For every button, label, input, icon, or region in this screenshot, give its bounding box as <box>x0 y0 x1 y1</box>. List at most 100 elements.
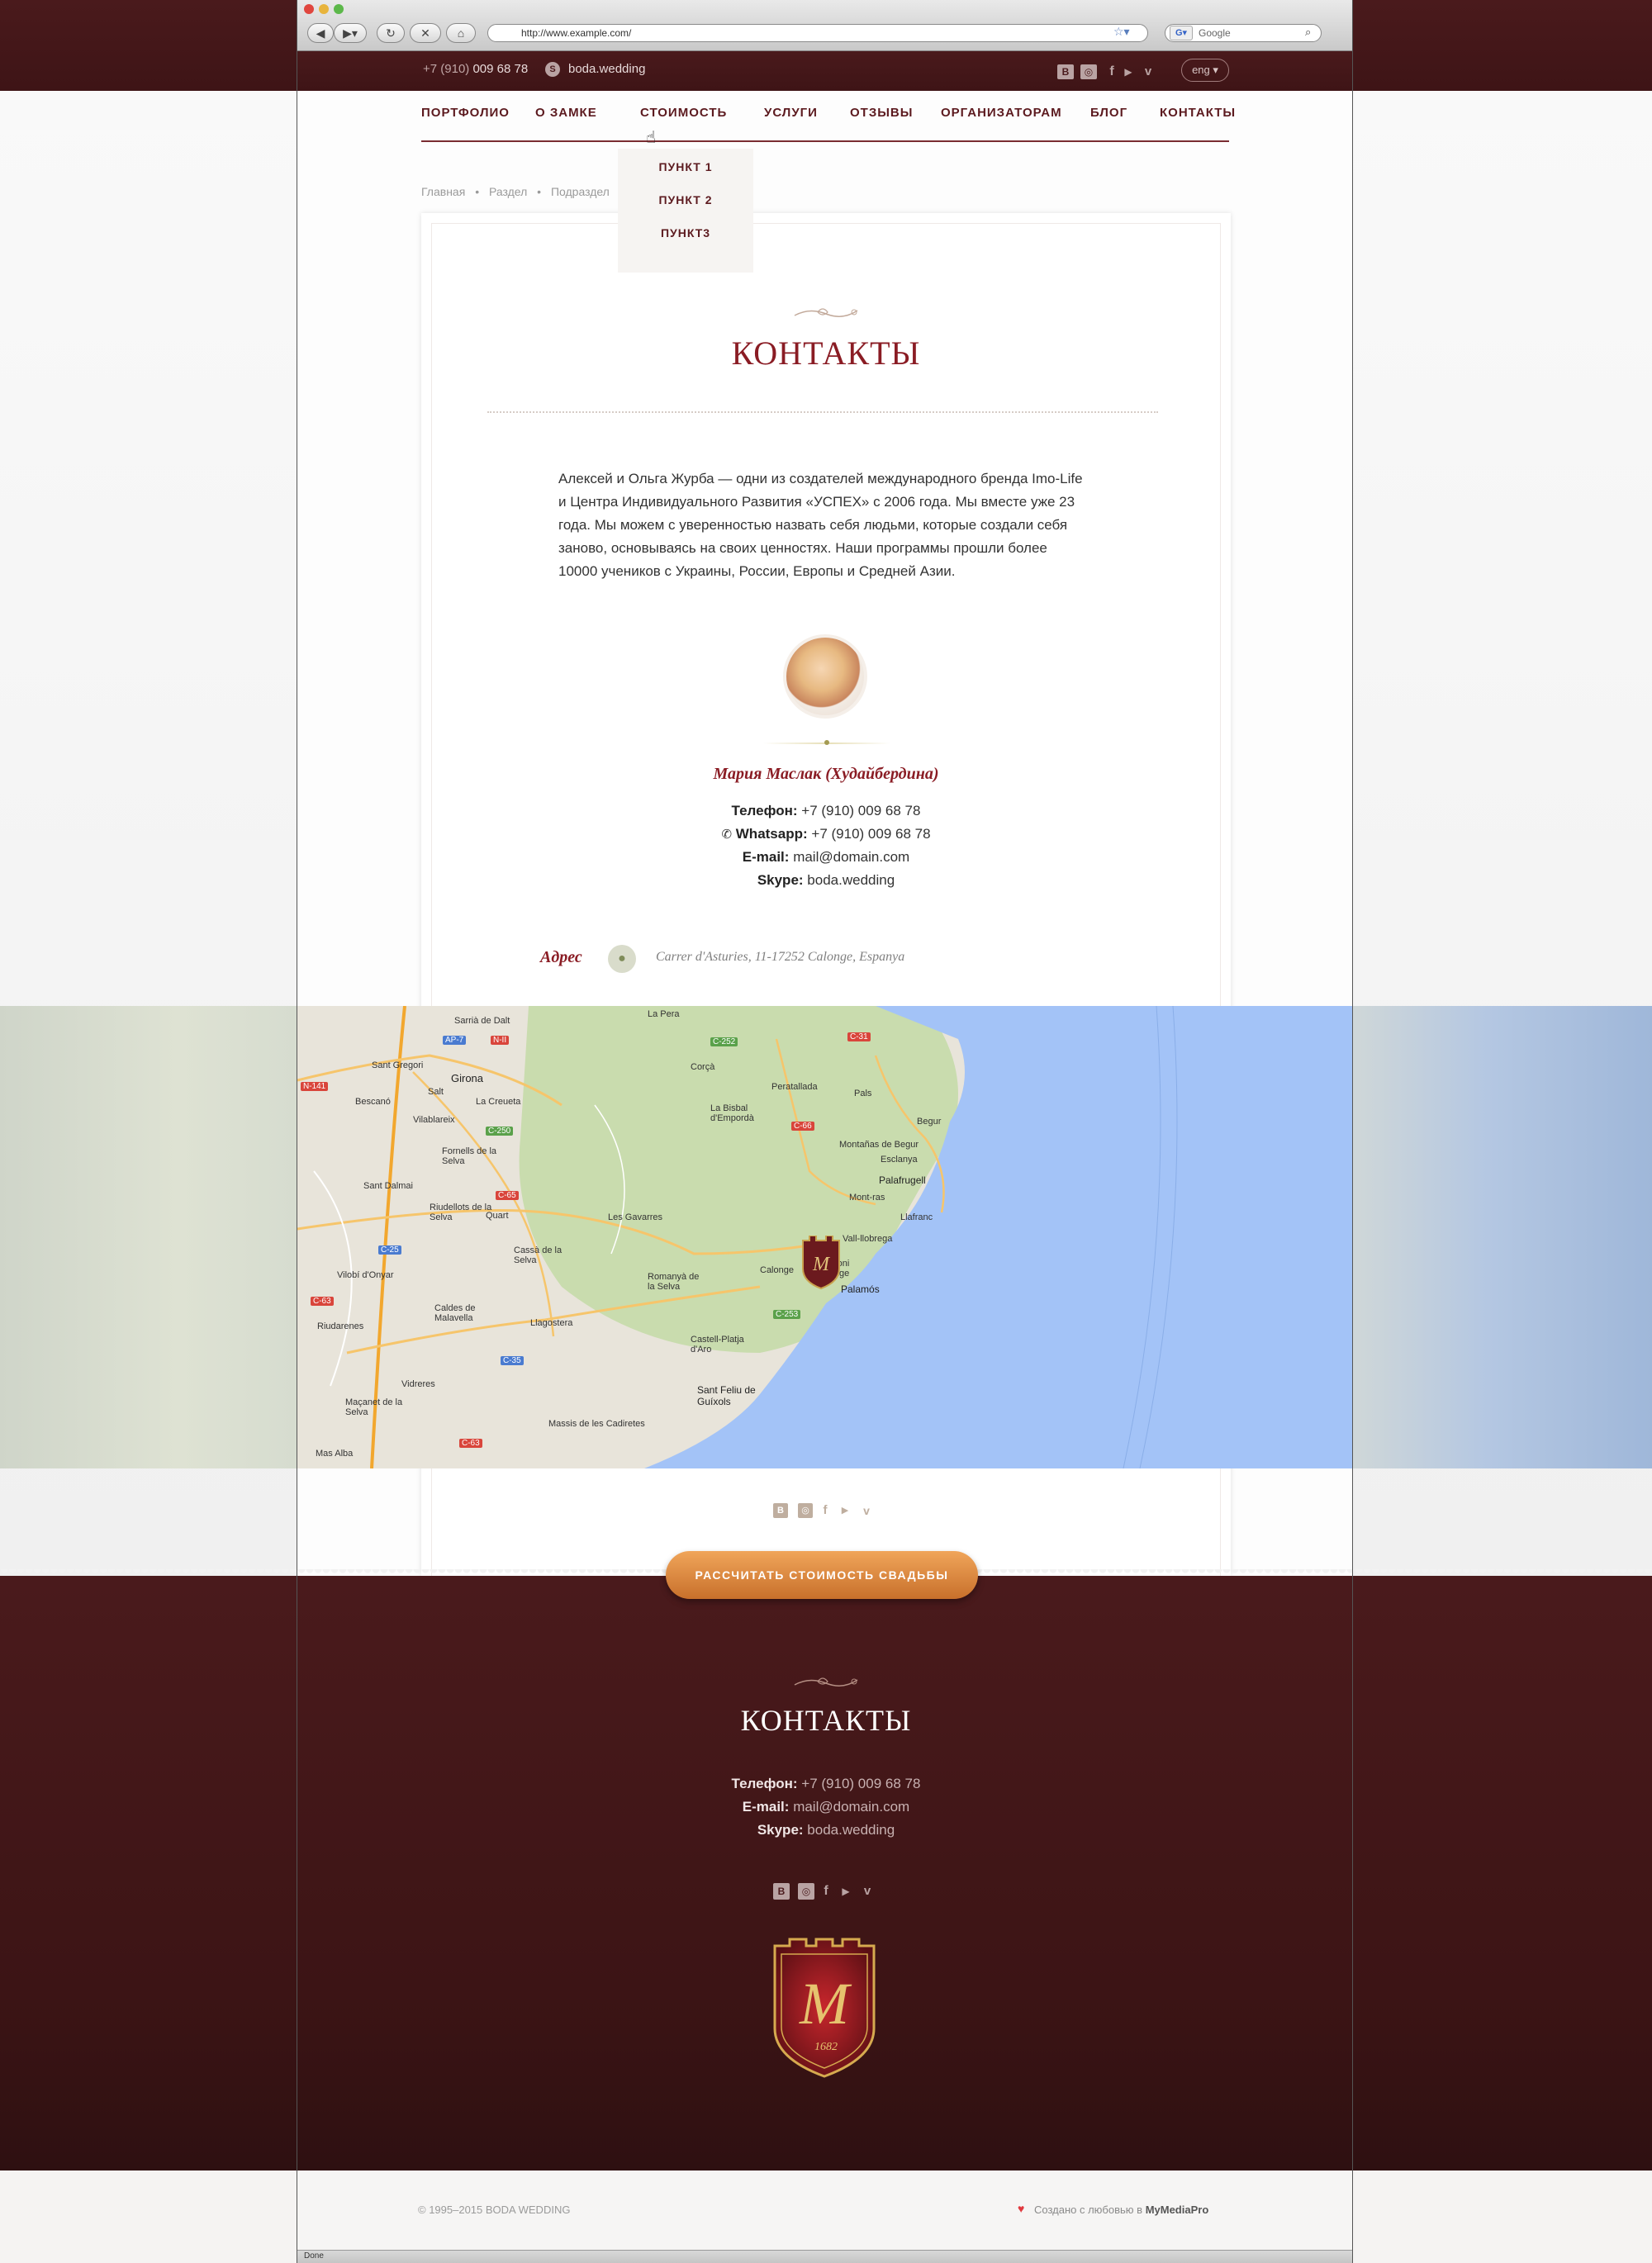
crest-letter: M <box>799 1971 852 2037</box>
map-label-sarria: Sarrià de Dalt <box>454 1016 510 1026</box>
map-label-romanya: Romanyà de la Selva <box>648 1272 700 1292</box>
road-c31: C-31 <box>847 1032 871 1041</box>
vimeo-icon[interactable]: v <box>859 1503 874 1518</box>
map-label-cadiretes: Massis de les Cadiretes <box>548 1419 645 1429</box>
url-text: http://www.example.com/ <box>521 27 632 39</box>
topbar-phone: +7 (910) 009 68 78 <box>423 62 528 76</box>
contact-email-line: E-mail: mail@domain.com <box>421 849 1231 866</box>
footer-skype[interactable]: boda.wedding <box>807 1822 895 1838</box>
whatsapp-label: Whatsapp: <box>735 826 808 842</box>
map-label-la-creueta: La Creueta <box>476 1097 521 1107</box>
road-c65: C-65 <box>496 1191 519 1200</box>
map-label-cassa: Cassà de la Selva <box>514 1245 563 1265</box>
dropdown-item-2[interactable]: ПУНКТ 2 <box>618 193 753 206</box>
instagram-icon[interactable]: ◎ <box>798 1883 814 1900</box>
map-blur-left <box>0 1006 297 1468</box>
youtube-icon[interactable]: ▶ <box>1120 64 1137 79</box>
avatar <box>783 634 867 719</box>
crest-year: 1682 <box>814 2041 838 2053</box>
dropdown-item-1[interactable]: ПУНКТ 1 <box>618 160 753 173</box>
email-value[interactable]: mail@domain.com <box>793 849 909 865</box>
footer-phone[interactable]: +7 (910) 009 68 78 <box>801 1776 920 1791</box>
phone-value[interactable]: +7 (910) 009 68 78 <box>801 803 920 818</box>
made-brand[interactable]: MyMediaPro <box>1146 2204 1209 2216</box>
nav-contacts[interactable]: КОНТАКТЫ <box>1160 106 1236 120</box>
nav-underline <box>421 140 1229 142</box>
footer-title: КОНТАКТЫ <box>740 1704 912 1737</box>
nav-reviews[interactable]: ОТЗЫВЫ <box>850 106 913 120</box>
whatsapp-value[interactable]: +7 (910) 009 68 78 <box>811 826 930 842</box>
breadcrumb-subsection[interactable]: Подраздел <box>551 185 610 198</box>
facebook-icon[interactable]: f <box>818 1503 833 1518</box>
address-bar[interactable]: http://www.example.com/ <box>487 24 1148 42</box>
map-label-vilobi: Vilobí d'Onyar <box>337 1270 394 1280</box>
instagram-icon[interactable]: ◎ <box>1080 64 1097 79</box>
address-text: Carrer d'Asturies, 11-17252 Calonge, Esp… <box>656 950 905 964</box>
topbar-skype[interactable]: boda.wedding <box>568 62 645 76</box>
vk-icon[interactable]: В <box>1057 64 1074 79</box>
youtube-icon[interactable]: ▶ <box>838 1883 854 1900</box>
search-icon[interactable]: ⌕ <box>1305 26 1311 39</box>
close-window-icon[interactable] <box>304 4 314 14</box>
contact-skype-line: Skype: boda.wedding <box>421 872 1231 889</box>
skype-label: Skype: <box>757 872 804 888</box>
instagram-icon[interactable]: ◎ <box>798 1503 813 1518</box>
dropdown-item-3[interactable]: ПУНКТ3 <box>618 226 753 240</box>
person-name: Мария Маслак (Худайбердина) <box>713 765 939 783</box>
zoom-window-icon[interactable] <box>334 4 344 14</box>
footer-email[interactable]: mail@domain.com <box>793 1799 909 1815</box>
reload-button[interactable]: ↻ <box>377 23 405 43</box>
vk-icon[interactable]: В <box>773 1503 788 1518</box>
skype-value[interactable]: boda.wedding <box>807 872 895 888</box>
road-c250: C-250 <box>486 1127 514 1136</box>
breadcrumb-home[interactable]: Главная <box>421 185 465 198</box>
facebook-icon[interactable]: f <box>818 1883 834 1900</box>
road-c253: C-253 <box>773 1310 801 1319</box>
home-button[interactable]: ⌂ <box>446 23 476 43</box>
map-marker-icon[interactable]: M <box>800 1236 843 1290</box>
nav-blog[interactable]: БЛОГ <box>1090 106 1127 120</box>
language-switcher[interactable]: eng ▾ <box>1181 59 1229 82</box>
nav-portfolio[interactable]: ПОРТФОЛИО <box>421 106 510 120</box>
bookmark-star-icon[interactable]: ☆▾ <box>1113 25 1130 39</box>
map-label-caldes: Caldes de Malavella <box>434 1303 476 1323</box>
skype-icon: S <box>545 62 560 77</box>
facebook-icon[interactable]: f <box>1104 64 1120 79</box>
minimize-window-icon[interactable] <box>319 4 329 14</box>
nav-services[interactable]: УСЛУГИ <box>764 106 818 120</box>
map-label-vilablareix: Vilablareix <box>413 1115 455 1125</box>
nav-price[interactable]: СТОИМОСТЬ <box>640 106 727 120</box>
map-label-riudellots: Riudellots de la Selva <box>430 1203 492 1222</box>
calculate-price-button[interactable]: РАССЧИТАТЬ СТОИМОСТЬ СВАДЬБЫ <box>666 1551 978 1599</box>
stop-button[interactable]: ✕ <box>410 23 441 43</box>
map-label-llagostera: Llagostera <box>530 1318 573 1328</box>
forward-button[interactable]: ▶▾ <box>334 23 367 43</box>
youtube-icon[interactable]: ▶ <box>838 1503 852 1518</box>
map-label-bescano: Bescanó <box>355 1097 391 1107</box>
footer-email-label: E-mail: <box>742 1799 790 1815</box>
made-prefix: Создано с любовью в <box>1034 2204 1143 2216</box>
back-button[interactable]: ◀ <box>307 23 334 43</box>
footer-phone-line: Телефон: +7 (910) 009 68 78 <box>0 1776 1652 1792</box>
road-c35: C-35 <box>501 1356 524 1365</box>
map-label-sant-dalmai: Sant Dalmai <box>363 1181 413 1191</box>
map-label-fornells: Fornells de la Selva <box>442 1146 497 1166</box>
footer-phone-label: Телефон: <box>731 1776 798 1791</box>
vimeo-icon[interactable]: v <box>1140 64 1156 79</box>
map-label-peratallada: Peratallada <box>771 1082 818 1092</box>
footer-ornament-icon <box>794 1677 858 1687</box>
divider-dot <box>824 740 829 745</box>
map[interactable]: Girona Sant Gregori Bescanó Vilablareix … <box>297 1006 1353 1468</box>
nav-organizers[interactable]: ОРГАНИЗАТОРАМ <box>941 106 1062 120</box>
search-engine-icon[interactable]: G▾ <box>1170 26 1193 40</box>
map-label-corca: Corçà <box>691 1062 715 1072</box>
nav-castle[interactable]: О ЗАМКЕ <box>535 106 597 120</box>
cursor-hand-icon: ☝ <box>646 129 657 147</box>
email-label: E-mail: <box>742 849 790 865</box>
browser-status-bar: Done <box>297 2250 1352 2263</box>
map-label-sant-feliu: Sant Feliu de Guíxols <box>697 1384 756 1407</box>
breadcrumb-section[interactable]: Раздел <box>489 185 527 198</box>
vimeo-icon[interactable]: v <box>859 1883 876 1900</box>
vk-icon[interactable]: В <box>773 1883 790 1900</box>
contact-whatsapp-line: ✆ Whatsapp: +7 (910) 009 68 78 <box>421 826 1231 842</box>
